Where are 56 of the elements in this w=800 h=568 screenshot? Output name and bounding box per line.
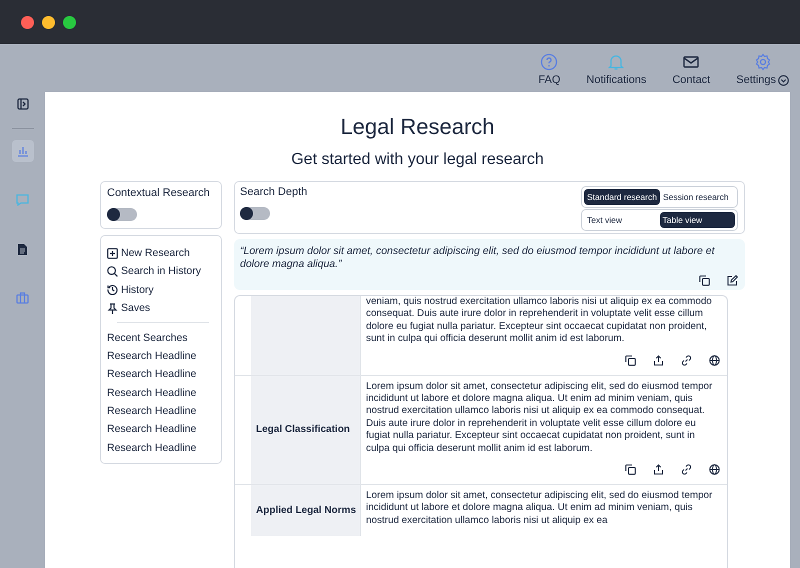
table-cell: Lorem ipsum dolor sit amet, consectetur adipiscing elit, sed do eiusmod tempor incididunt ut labore et dolore magna aliqua. Ut enim ad minim veniam, quis nostrud exercitation ullamco laboris nisi ut aliquip ex ea commodo consequat. Duis aute irure dolor in reprehenderit in voluptate velit esse cillum dolore eu fugiat nulla pariatur. Excepteur sint occaecat cupidatat non proident, sunt in culpa qui officia deserunt mollit anim id est laborum. xyxy=(361,376,727,484)
copy-icon[interactable] xyxy=(625,464,636,476)
globe-icon[interactable] xyxy=(709,354,720,366)
quote-text: “Lorem ipsum dolor sit amet, consectetur adipiscing elit, sed do eiusmod tempor incididunt ut labore et dolore magna aliqua.” xyxy=(240,245,716,271)
recent-search-link[interactable]: Research Headline xyxy=(107,420,215,439)
card-title: Contextual Research xyxy=(107,187,211,199)
research-mode-tab[interactable]: Session research xyxy=(660,189,732,205)
menu-item[interactable]: Search in History xyxy=(107,262,215,281)
header-nav-item[interactable]: Notifications xyxy=(586,53,646,86)
menu-item[interactable]: Saves xyxy=(107,298,215,318)
plus-square-icon xyxy=(107,248,118,259)
menu-item[interactable]: History xyxy=(107,280,215,299)
close-button[interactable] xyxy=(21,16,34,28)
minimize-button[interactable] xyxy=(42,16,55,28)
page-subtitle: Get started with your legal research xyxy=(291,151,544,169)
research-mode-tab[interactable]: Standard research xyxy=(584,189,660,205)
pin-icon xyxy=(107,302,118,314)
view-tab[interactable]: Table view xyxy=(660,212,735,228)
edit-icon[interactable] xyxy=(727,275,738,286)
recent-search-link[interactable]: Research Headline xyxy=(107,384,215,402)
bar-chart-icon xyxy=(16,145,28,157)
row-header-cell: Legal Classification xyxy=(251,376,361,484)
header-nav-item[interactable]: FAQ xyxy=(538,53,560,86)
recent-search-link[interactable]: Research Headline xyxy=(107,402,215,420)
header-nav-item[interactable]: Settings xyxy=(736,53,789,86)
bell-icon xyxy=(607,53,626,71)
maximize-button[interactable] xyxy=(63,16,76,28)
card-title: Search Depth xyxy=(240,186,308,198)
header-nav-item[interactable]: Contact xyxy=(672,53,710,86)
copy-icon[interactable] xyxy=(699,275,710,286)
section-heading: Recent Searches xyxy=(107,331,189,346)
settings-icon xyxy=(754,53,772,71)
link-icon[interactable] xyxy=(681,354,692,366)
briefcase-icon xyxy=(16,292,29,304)
table-cell-text: Lorem ipsum dolor sit amet, consectetur adipiscing elit, sed do eiusmod tempor incididunt ut labore et dolore magna aliqua. Ut enim ad minim veniam, quis nostrud exercitation ullamco laboris nisi ut aliquip ex ea xyxy=(365,489,714,528)
page-title: Legal Research xyxy=(340,114,495,140)
recent-search-link[interactable]: Research Headline xyxy=(107,438,215,457)
recent-search-link[interactable]: Research Headline xyxy=(107,347,215,366)
copy-icon[interactable] xyxy=(625,354,636,366)
toggle-switch[interactable] xyxy=(107,208,137,221)
menu-item[interactable]: New Research xyxy=(107,244,215,262)
globe-icon[interactable] xyxy=(709,464,720,476)
document-icon xyxy=(17,242,28,256)
help-icon xyxy=(540,53,558,71)
link-icon[interactable] xyxy=(681,464,692,476)
share-icon[interactable] xyxy=(653,464,664,476)
toggle-switch[interactable] xyxy=(240,207,270,220)
share-icon[interactable] xyxy=(653,354,664,366)
search-icon xyxy=(107,266,118,277)
recent-search-link[interactable]: Research Headline xyxy=(107,365,215,384)
sidebar-toggle-icon[interactable] xyxy=(16,98,28,110)
chat-icon xyxy=(16,194,29,206)
history-icon xyxy=(107,284,118,296)
view-tab[interactable]: Text view xyxy=(584,212,660,228)
row-header-cell: Applied Legal Norms xyxy=(251,485,361,536)
table-cell: veniam, quis nostrud exercitation ullamco laboris nisi ut aliquip ex ea commodo consequat. Duis aute irure dolor in reprehenderit in voluptate velit esse cillum dolore eu fugiat nulla pariatur. Excepteur sint occaecat cupidatat non proident, sunt in culpa qui officia deserunt mollit anim id est laborum. xyxy=(361,296,727,375)
